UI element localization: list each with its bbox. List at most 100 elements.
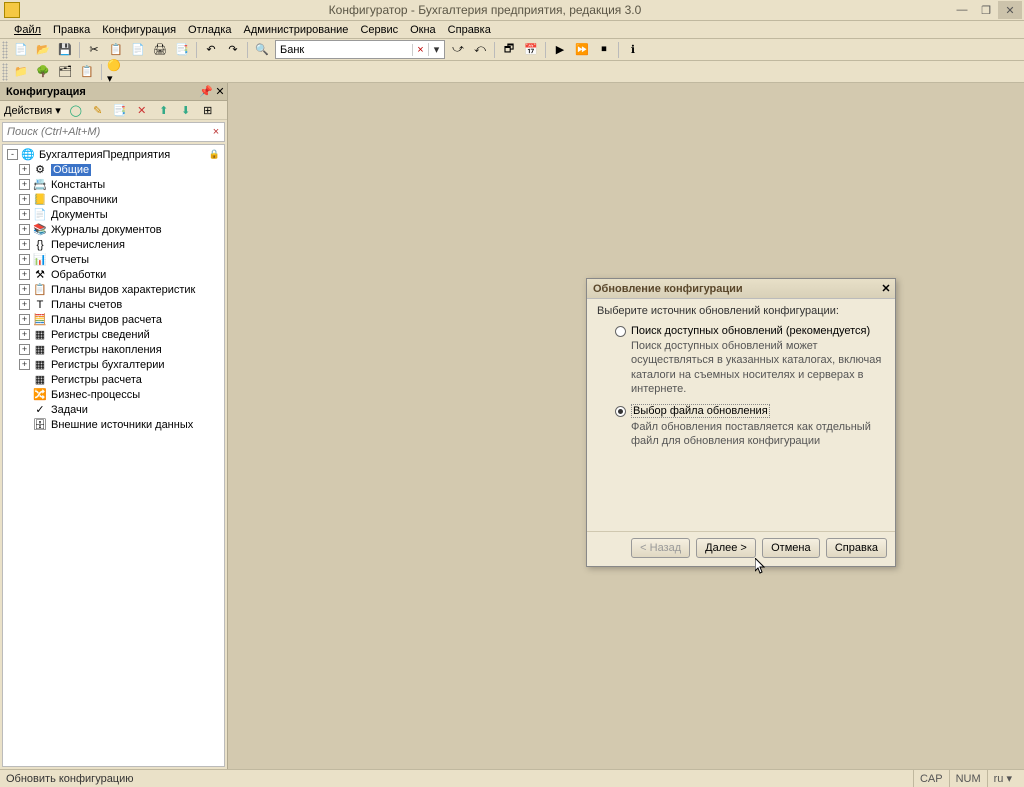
tree-row[interactable]: ▦Регистры расчета [3,372,224,387]
toolbar-grip-2[interactable] [2,63,8,81]
tree-row[interactable]: +📋Планы видов характеристик [3,282,224,297]
tree-row[interactable]: +🧮Планы видов расчета [3,312,224,327]
minimize-button[interactable]: — [950,1,974,19]
tree-row[interactable]: +📇Константы [3,177,224,192]
debug-step-icon[interactable]: ⏩ [572,40,592,60]
find-prev-icon[interactable]: ⤺ [470,40,490,60]
redo-icon[interactable]: ↷ [223,40,243,60]
actions-label[interactable]: Действия ▾ [4,104,61,117]
expand-icon[interactable]: + [19,344,30,355]
open-icon[interactable]: 📂 [33,40,53,60]
expand-icon[interactable]: + [19,254,30,265]
option-select-file[interactable]: Выбор файла обновления Файл обновления п… [615,404,885,449]
panel-search[interactable]: × [2,122,225,142]
menu-configuration[interactable]: Конфигурация [96,22,182,38]
expand-icon[interactable]: + [19,299,30,310]
tree-row[interactable]: 🔀Бизнес-процессы [3,387,224,402]
menu-help[interactable]: Справка [442,22,497,38]
status-lang[interactable]: ru ▾ [987,770,1018,787]
radio-search-updates[interactable] [615,326,626,337]
help-icon[interactable]: ℹ [623,40,643,60]
tree-row[interactable]: +⚒Обработки [3,267,224,282]
menu-service[interactable]: Сервис [354,22,404,38]
new-icon[interactable]: 📄 [11,40,31,60]
edit-icon[interactable]: ✎ [88,100,108,120]
toolbar-grip[interactable] [2,41,8,59]
menu-debug[interactable]: Отладка [182,22,237,38]
dialog-titlebar[interactable]: Обновление конфигурации ✕ [587,279,895,299]
expand-icon[interactable]: + [19,164,30,175]
tree-row[interactable]: 🗄Внешние источники данных [3,417,224,432]
tree-row[interactable]: +⚙Общие [3,162,224,177]
tree-row[interactable]: +▦Регистры бухгалтерии [3,357,224,372]
find-next-icon[interactable]: ⤻ [448,40,468,60]
radio-select-file[interactable] [615,406,626,417]
panel-close-icon[interactable]: ✕ [213,85,227,98]
undo-icon[interactable]: ↶ [201,40,221,60]
search-icon[interactable]: 🔍 [252,40,272,60]
expand-icon[interactable]: + [19,314,30,325]
pin-icon[interactable]: 📌 [199,85,213,98]
up-icon[interactable]: ⬆ [154,100,174,120]
menu-windows[interactable]: Окна [404,22,442,38]
module-icon[interactable]: 📋 [77,62,97,82]
tree-row[interactable]: +📊Отчеты [3,252,224,267]
search-combo[interactable]: Банк × ▾ [275,40,445,59]
expand-icon[interactable]: + [19,209,30,220]
window-icon[interactable]: 🗗 [499,40,519,60]
dialog-close-icon[interactable]: ✕ [877,282,895,295]
next-button[interactable]: Далее > [696,538,756,558]
tree-row[interactable]: +{}Перечисления [3,237,224,252]
search-input[interactable] [3,126,208,138]
tree-row[interactable]: +▦Регистры накопления [3,342,224,357]
copy-action-icon[interactable]: 📑 [110,100,130,120]
collapse-icon[interactable]: - [7,149,18,160]
cancel-button[interactable]: Отмена [762,538,820,558]
compare-icon[interactable]: 📑 [172,40,192,60]
combo-dropdown-icon[interactable]: ▾ [428,43,444,56]
close-button[interactable]: ✕ [998,1,1022,19]
tree-row[interactable]: +▦Регистры сведений [3,327,224,342]
config-icon[interactable]: 📁 [11,62,31,82]
config-tree[interactable]: -🌐БухгалтерияПредприятия🔒+⚙Общие+📇Конста… [2,144,225,767]
menu-administration[interactable]: Администрирование [238,22,355,38]
tree-node-icon: 📋 [32,283,48,297]
expand-icon[interactable]: + [19,224,30,235]
add-icon[interactable]: ◯ [66,100,86,120]
expand-icon[interactable]: + [19,239,30,250]
tree-row[interactable]: +ТПланы счетов [3,297,224,312]
copy-icon[interactable]: 📋 [106,40,126,60]
search-clear-icon[interactable]: × [208,126,224,138]
run-icon[interactable]: 🟡▾ [106,62,126,82]
combo-clear-icon[interactable]: × [412,44,428,56]
cut-icon[interactable]: ✂ [84,40,104,60]
paste-icon[interactable]: 📄 [128,40,148,60]
back-button[interactable]: < Назад [631,538,690,558]
delete-icon[interactable]: ✕ [132,100,152,120]
tree-row[interactable]: ✓Задачи [3,402,224,417]
tree-icon[interactable]: 🌳 [33,62,53,82]
option-search-updates[interactable]: Поиск доступных обновлений (рекомендуетс… [615,325,885,396]
sort-icon[interactable]: ⊞ [198,100,218,120]
calc-icon[interactable]: 📅 [521,40,541,60]
help-button[interactable]: Справка [826,538,887,558]
menu-edit[interactable]: Правка [47,22,96,38]
expand-icon[interactable]: + [19,284,30,295]
tree-row[interactable]: -🌐БухгалтерияПредприятия🔒 [3,147,224,162]
expand-icon[interactable]: + [19,269,30,280]
tree-row[interactable]: +📚Журналы документов [3,222,224,237]
form-icon[interactable]: 🗂 [55,62,75,82]
debug-stop-icon[interactable]: ⏹ [594,40,614,60]
save-icon[interactable]: 💾 [55,40,75,60]
expand-icon[interactable]: + [19,359,30,370]
menu-file[interactable]: Файл [8,22,47,38]
tree-row[interactable]: +📒Справочники [3,192,224,207]
expand-icon[interactable]: + [19,194,30,205]
expand-icon[interactable]: + [19,329,30,340]
maximize-button[interactable]: ❐ [974,1,998,19]
tree-row[interactable]: +📄Документы [3,207,224,222]
expand-icon[interactable]: + [19,179,30,190]
print-icon[interactable]: 🖨 [150,40,170,60]
down-icon[interactable]: ⬇ [176,100,196,120]
debug-start-icon[interactable]: ▶ [550,40,570,60]
